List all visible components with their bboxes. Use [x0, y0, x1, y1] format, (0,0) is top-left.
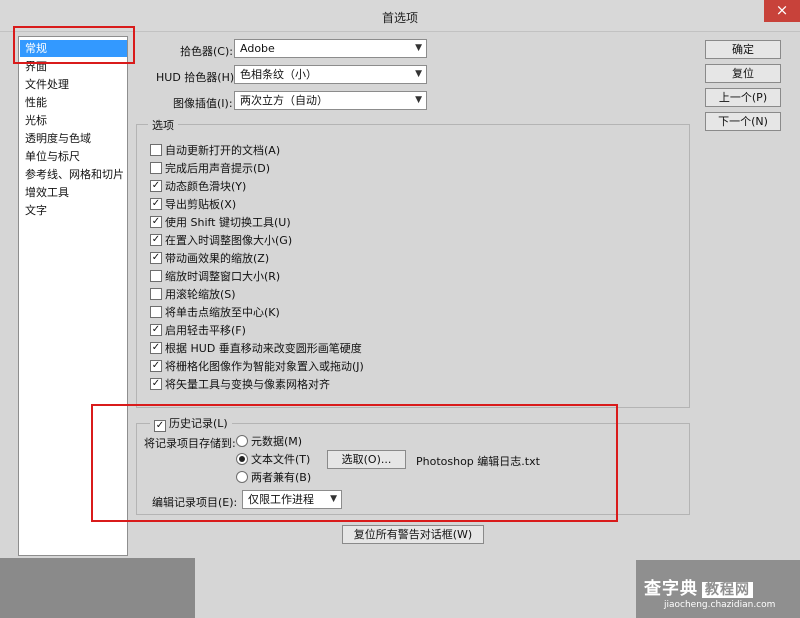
checkbox-box[interactable]	[150, 270, 162, 282]
nav-item-plugins[interactable]: 增效工具	[20, 184, 127, 201]
checkbox-box[interactable]	[150, 144, 162, 156]
interpolation-value: 两次立方（自动）	[240, 94, 328, 107]
checkbox-label: 用滚轮缩放(S)	[165, 288, 236, 301]
highlight-box-history	[91, 404, 618, 522]
watermark-tag: 教程网	[702, 582, 753, 598]
checkmark-icon[interactable]: ✓	[150, 324, 162, 336]
checkmark-icon[interactable]: ✓	[150, 216, 162, 228]
reset-button[interactable]: 复位	[705, 64, 781, 83]
checkbox-box[interactable]	[150, 306, 162, 318]
watermark-url: jiaocheng.chazidian.com	[664, 600, 776, 610]
checkbox-label: 自动更新打开的文档(A)	[165, 144, 281, 157]
window-title: 首选项	[381, 11, 418, 25]
chevron-down-icon: ▼	[415, 95, 422, 105]
nav-item-performance[interactable]: 性能	[20, 94, 127, 111]
checkbox-label: 使用 Shift 键切换工具(U)	[165, 216, 291, 229]
checkmark-icon[interactable]: ✓	[150, 360, 162, 372]
nav-item-type[interactable]: 文字	[20, 202, 127, 219]
watermark-title: 查字典 教程网	[644, 574, 753, 599]
interpolation-select[interactable]: 两次立方（自动） ▼	[234, 91, 427, 110]
checkmark-icon[interactable]: ✓	[150, 378, 162, 390]
checkmark-icon[interactable]: ✓	[150, 198, 162, 210]
checkbox-label: 在置入时调整图像大小(G)	[165, 234, 293, 247]
checkbox-box[interactable]	[150, 288, 162, 300]
chevron-down-icon: ▼	[415, 69, 422, 79]
checkbox-label: 带动画效果的缩放(Z)	[165, 252, 270, 265]
checkbox-label: 根据 HUD 垂直移动来改变圆形画笔硬度	[165, 342, 362, 355]
checkmark-icon[interactable]: ✓	[150, 252, 162, 264]
checkbox-label: 完成后用声音提示(D)	[165, 162, 271, 175]
nav-item-file-handling[interactable]: 文件处理	[20, 76, 127, 93]
checkmark-icon[interactable]: ✓	[150, 342, 162, 354]
options-legend: 选项	[148, 117, 178, 133]
checkbox-label: 将矢量工具与变换与像素网格对齐	[165, 378, 330, 391]
nav-item-cursors[interactable]: 光标	[20, 112, 127, 129]
checkmark-icon[interactable]: ✓	[150, 180, 162, 192]
checkbox-label: 启用轻击平移(F)	[165, 324, 246, 337]
interpolation-label: 图像插值(I):	[173, 97, 233, 110]
hud-picker-select[interactable]: 色相条纹（小） ▼	[234, 65, 427, 84]
watermark: 查字典 教程网 jiaocheng.chazidian.com	[636, 560, 800, 618]
color-picker-value: Adobe	[240, 42, 275, 55]
checkbox-label: 将栅格化图像作为智能对象置入或拖动(J)	[165, 360, 364, 373]
nav-item-units-rulers[interactable]: 单位与标尺	[20, 148, 127, 165]
chevron-down-icon: ▼	[415, 43, 422, 53]
color-picker-select[interactable]: Adobe ▼	[234, 39, 427, 58]
nav-item-guides-grid[interactable]: 参考线、网格和切片	[20, 166, 127, 183]
next-button[interactable]: 下一个(N)	[705, 112, 781, 131]
highlight-box-nav	[13, 26, 135, 64]
color-picker-label: 拾色器(C):	[180, 45, 233, 58]
hud-picker-label: HUD 拾色器(H):	[156, 71, 238, 84]
checkbox-box[interactable]	[150, 162, 162, 174]
checkbox-label: 导出剪贴板(X)	[165, 198, 237, 211]
checkbox-label: 缩放时调整窗口大小(R)	[165, 270, 281, 283]
checkbox-label: 将单击点缩放至中心(K)	[165, 306, 280, 319]
hud-picker-value: 色相条纹（小）	[240, 68, 317, 81]
reset-warnings-button[interactable]: 复位所有警告对话框(W)	[342, 525, 484, 544]
background-window-corner	[0, 558, 195, 618]
nav-item-transparency[interactable]: 透明度与色域	[20, 130, 127, 147]
watermark-site: 查字典	[644, 579, 698, 599]
checkbox-label: 动态颜色滑块(Y)	[165, 180, 247, 193]
previous-button[interactable]: 上一个(P)	[705, 88, 781, 107]
ok-button[interactable]: 确定	[705, 40, 781, 59]
close-button[interactable]: ×	[764, 0, 800, 22]
preferences-dialog: 首选项 × 常规 界面 文件处理 性能 光标 透明度与色域 单位与标尺 参考线、…	[0, 0, 800, 618]
checkmark-icon[interactable]: ✓	[150, 234, 162, 246]
